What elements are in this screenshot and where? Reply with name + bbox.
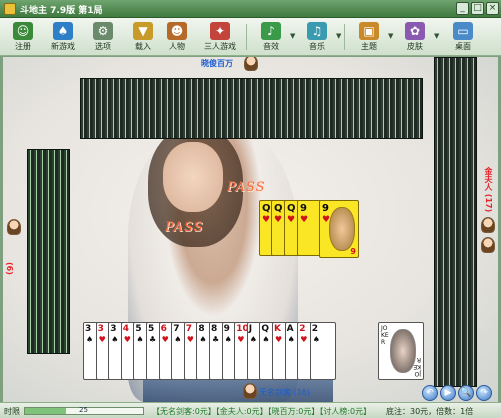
card-picture — [329, 207, 355, 251]
play-button[interactable]: ▶ — [440, 385, 456, 401]
top-player-hand — [80, 78, 423, 139]
left-player-hand — [27, 149, 70, 354]
hand-card-joker[interactable]: JOKER JOKER — [378, 322, 424, 380]
options-gear-icon: ⚙ — [93, 22, 113, 40]
player-scores: 【无名剑客:0元】【金夫人:0元】【晓百万:0元】【讨人榜:0元】 — [152, 407, 372, 416]
pass-indicator-left: PASS — [165, 220, 204, 235]
theme-button[interactable]: ▣ 主题 — [350, 21, 388, 53]
background-photo-face — [163, 142, 223, 212]
redo-button[interactable]: ↷ — [476, 385, 492, 401]
played-card: 9 ♥ — [297, 200, 321, 256]
toolbar-separator — [344, 24, 345, 50]
right-player-name: 金夫人 (17) — [484, 167, 493, 213]
skin-dropdown-icon[interactable]: ▼ — [434, 32, 439, 40]
characters-icon: ☻ — [167, 22, 187, 40]
title-bar: 斗地主 7.9版 第1局 _ □ × — [0, 0, 501, 18]
three-player-button[interactable]: ✦ 三人游戏 — [198, 21, 242, 53]
pass-indicator-top: PASS — [227, 180, 266, 195]
left-player-count: (6) — [5, 262, 14, 275]
bottom-player-name: 无名剑客 (16) — [259, 388, 310, 397]
right-player-avatar-2 — [481, 237, 495, 253]
hand-card[interactable]: 2 ♠ — [309, 322, 336, 380]
bottom-player-avatar — [243, 383, 257, 399]
toolbar: ☺ 注册 ♠ 新游戏 ⚙ 选项 ▼ 载入 ☻ 人物 ✦ 三人游戏 ♪ 音效 ▼ … — [0, 18, 501, 56]
skin-button[interactable]: ✿ 皮肤 — [396, 21, 434, 53]
hint-button[interactable]: 🔍 — [458, 385, 474, 401]
three-player-icon: ✦ — [210, 22, 230, 40]
load-icon: ▼ — [133, 22, 153, 40]
stake-info: 底注：30元，倍数：1倍 — [386, 407, 474, 416]
time-limit-fill — [25, 408, 67, 414]
desktop-icon: ▭ — [453, 22, 473, 40]
sound-dropdown-icon[interactable]: ▼ — [290, 32, 295, 40]
maximize-button[interactable]: □ — [471, 2, 484, 15]
time-limit-value: 25 — [79, 406, 88, 414]
left-player-avatar — [7, 219, 21, 235]
played-card: 9 ♥ 9 — [319, 200, 359, 258]
window-title: 斗地主 7.9版 第1局 — [20, 6, 103, 16]
desktop-button[interactable]: ▭ 桌面 — [444, 21, 482, 53]
right-player-avatar — [481, 217, 495, 233]
toolbar-separator — [246, 24, 247, 50]
options-button[interactable]: ⚙ 选项 — [84, 21, 122, 53]
sound-button[interactable]: ♪ 音效 — [252, 21, 290, 53]
music-dropdown-icon[interactable]: ▼ — [336, 32, 341, 40]
close-button[interactable]: × — [486, 2, 499, 15]
game-table: 晓俊百万 (6) 金夫人 (17) PASS PASS Q ♥ Q ♥ Q ♥ 9 ♥ … — [3, 57, 498, 402]
top-player-avatar — [244, 57, 258, 71]
skin-icon: ✿ — [405, 22, 425, 40]
new-game-icon: ♠ — [53, 22, 73, 40]
right-player-hand — [434, 57, 477, 387]
register-icon: ☺ — [13, 22, 33, 40]
time-limit-label: 时限 — [4, 407, 20, 416]
sound-icon: ♪ — [261, 22, 281, 40]
register-button[interactable]: ☺ 注册 — [4, 21, 42, 53]
theme-icon: ▣ — [359, 22, 379, 40]
undo-button[interactable]: ↶ — [422, 385, 438, 401]
music-button[interactable]: ♫ 音乐 — [298, 21, 336, 53]
theme-dropdown-icon[interactable]: ▼ — [388, 32, 393, 40]
music-icon: ♫ — [307, 22, 327, 40]
characters-button[interactable]: ☻ 人物 — [158, 21, 196, 53]
status-bar: 时限 25 【无名剑客:0元】【金夫人:0元】【晓百万:0元】【讨人榜:0元】 … — [0, 402, 501, 418]
minimize-button[interactable]: _ — [456, 2, 469, 15]
new-game-button[interactable]: ♠ 新游戏 — [44, 21, 82, 53]
app-icon — [4, 3, 16, 15]
load-button[interactable]: ▼ 载入 — [124, 21, 162, 53]
top-player-name: 晓俊百万 — [201, 59, 233, 68]
time-limit-bar: 25 — [24, 406, 144, 415]
